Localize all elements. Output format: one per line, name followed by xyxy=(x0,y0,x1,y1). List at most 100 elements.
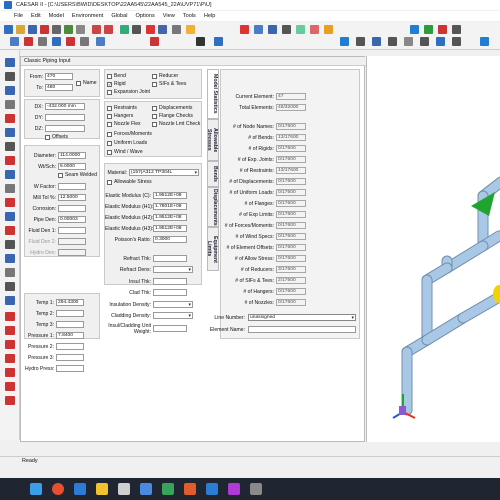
pressure3-field[interactable] xyxy=(56,354,84,361)
hydro-den-field[interactable] xyxy=(58,249,86,256)
layer-icon[interactable] xyxy=(5,184,15,193)
sif-icon[interactable] xyxy=(52,37,61,46)
front-icon[interactable] xyxy=(388,37,397,46)
modulus-c-field[interactable]: 1.9512E+08 xyxy=(153,192,187,199)
rigid-checkbox[interactable]: ✓ Rigid xyxy=(107,81,126,87)
spring-icon[interactable] xyxy=(5,282,15,291)
seam-welded-checkbox[interactable]: Seam Welded xyxy=(58,172,97,178)
restraints-checkbox[interactable]: Restraints xyxy=(107,105,137,111)
start-icon[interactable] xyxy=(30,483,42,495)
temp1-field[interactable]: 294.4300 xyxy=(56,299,84,306)
copy-icon[interactable] xyxy=(64,25,73,34)
caesar-taskbar-icon[interactable] xyxy=(250,483,262,495)
valve-icon[interactable] xyxy=(5,268,15,277)
nozzle-limit-check-checkbox[interactable]: Nozzle Lmt Check xyxy=(152,121,200,127)
chrome-icon[interactable] xyxy=(52,483,64,495)
menu-environment[interactable]: Environment xyxy=(72,13,103,19)
render-icon[interactable] xyxy=(296,25,305,34)
measure-icon[interactable] xyxy=(356,37,365,46)
menu-file[interactable]: File xyxy=(14,13,23,19)
guide-icon[interactable] xyxy=(5,240,15,249)
edge-icon[interactable] xyxy=(74,483,86,495)
forces-moments-checkbox[interactable]: Forces/Moments xyxy=(107,131,152,137)
element-icon[interactable] xyxy=(5,86,15,95)
list-view-icon[interactable] xyxy=(5,72,15,81)
list-icon[interactable] xyxy=(150,37,159,46)
settings-icon[interactable] xyxy=(480,37,489,46)
line-icon[interactable] xyxy=(5,128,15,137)
support-icon[interactable] xyxy=(5,114,15,123)
wire-icon[interactable] xyxy=(452,37,461,46)
flange-icon[interactable] xyxy=(5,254,15,263)
undo-icon[interactable] xyxy=(92,25,101,34)
top-icon[interactable] xyxy=(420,37,429,46)
load-icon[interactable] xyxy=(5,296,15,305)
mill-tol-field[interactable]: 12.5000 xyxy=(58,194,86,201)
offsets-checkbox[interactable]: Offsets xyxy=(45,134,68,140)
refract-thk-field[interactable] xyxy=(153,255,187,262)
highlight-icon[interactable] xyxy=(324,25,333,34)
insul-cladding-weight-field[interactable] xyxy=(153,325,187,332)
restraint-tool-icon[interactable] xyxy=(5,226,15,235)
to-field[interactable]: 480 xyxy=(45,84,73,91)
expansion-icon[interactable] xyxy=(38,37,47,46)
allowable-stress-checkbox[interactable]: Allowable Stress xyxy=(107,179,152,185)
reducer-tool-icon[interactable] xyxy=(5,312,15,321)
fluid-den1-field[interactable] xyxy=(58,227,86,234)
pan-icon[interactable] xyxy=(282,25,291,34)
3d-model-viewport[interactable] xyxy=(366,56,500,442)
new-icon[interactable] xyxy=(4,25,13,34)
modulus-h2-field[interactable]: 1.9512E+08 xyxy=(153,214,187,221)
tab-allowable-stresses[interactable]: Allowable Stresses xyxy=(206,119,219,161)
diameter-field[interactable]: 114.0000 xyxy=(58,152,86,159)
sifs-tees-checkbox[interactable]: SIFs & Tees xyxy=(152,81,186,87)
restraint-icon[interactable] xyxy=(146,25,155,34)
displacements-checkbox[interactable]: Displacements xyxy=(152,105,192,111)
rigid-icon[interactable] xyxy=(24,37,33,46)
dz-field[interactable] xyxy=(45,125,85,132)
print-icon[interactable] xyxy=(40,25,49,34)
mail-icon[interactable] xyxy=(140,483,152,495)
cube-icon[interactable] xyxy=(436,37,445,46)
displacement-tool-icon[interactable] xyxy=(5,354,15,363)
nozzle-flex-checkbox[interactable]: Nozzle Flex xyxy=(107,121,141,127)
side-icon[interactable] xyxy=(404,37,413,46)
pressure1-field[interactable]: 7.8400 xyxy=(56,332,84,339)
line-number-select[interactable]: unassigned xyxy=(248,314,356,321)
plot-icon[interactable] xyxy=(410,25,419,34)
store-icon[interactable] xyxy=(118,483,130,495)
error-icon[interactable] xyxy=(5,198,15,207)
menu-view[interactable]: View xyxy=(163,13,175,19)
options-icon[interactable] xyxy=(452,25,461,34)
node-edit-icon[interactable] xyxy=(5,100,15,109)
wfactor-field[interactable] xyxy=(58,183,86,190)
menu-global[interactable]: Global xyxy=(111,13,127,19)
folder-icon[interactable] xyxy=(96,483,108,495)
modulus-h1-field[interactable]: 1.7801E+08 xyxy=(153,203,187,210)
wind-wave-checkbox[interactable]: Wind / Wave xyxy=(107,149,143,155)
modulus-h3-field[interactable]: 1.9512E+08 xyxy=(153,225,187,232)
hangers-checkbox[interactable]: Hangers xyxy=(107,113,133,119)
rotate-icon[interactable] xyxy=(5,156,15,165)
paste-icon[interactable] xyxy=(76,25,85,34)
stop-icon[interactable] xyxy=(438,25,447,34)
word-icon[interactable] xyxy=(206,483,218,495)
uniform-loads-checkbox[interactable]: Uniform Loads xyxy=(107,140,147,146)
menu-edit[interactable]: Edit xyxy=(31,13,41,19)
temp3-field[interactable] xyxy=(56,321,84,328)
poisson-field[interactable]: 0.3000 xyxy=(153,236,187,243)
insulation-density-select[interactable] xyxy=(153,301,193,308)
cut-icon[interactable] xyxy=(52,25,61,34)
reducer-checkbox[interactable]: Reducer xyxy=(152,73,178,79)
insul-thk-field[interactable] xyxy=(153,278,187,285)
wind-tool-icon[interactable] xyxy=(5,340,15,349)
save-icon[interactable] xyxy=(28,25,37,34)
menu-model[interactable]: Model xyxy=(49,13,64,19)
break-icon[interactable] xyxy=(172,25,181,34)
refract-dens-select[interactable] xyxy=(153,266,193,273)
menu-tools[interactable]: Tools xyxy=(183,13,196,19)
select-icon[interactable] xyxy=(340,37,349,46)
expansion-joint-checkbox[interactable]: Expansion Joint xyxy=(107,89,150,95)
hanger-icon[interactable] xyxy=(158,25,167,34)
tab-bends[interactable]: Bends xyxy=(207,161,219,187)
